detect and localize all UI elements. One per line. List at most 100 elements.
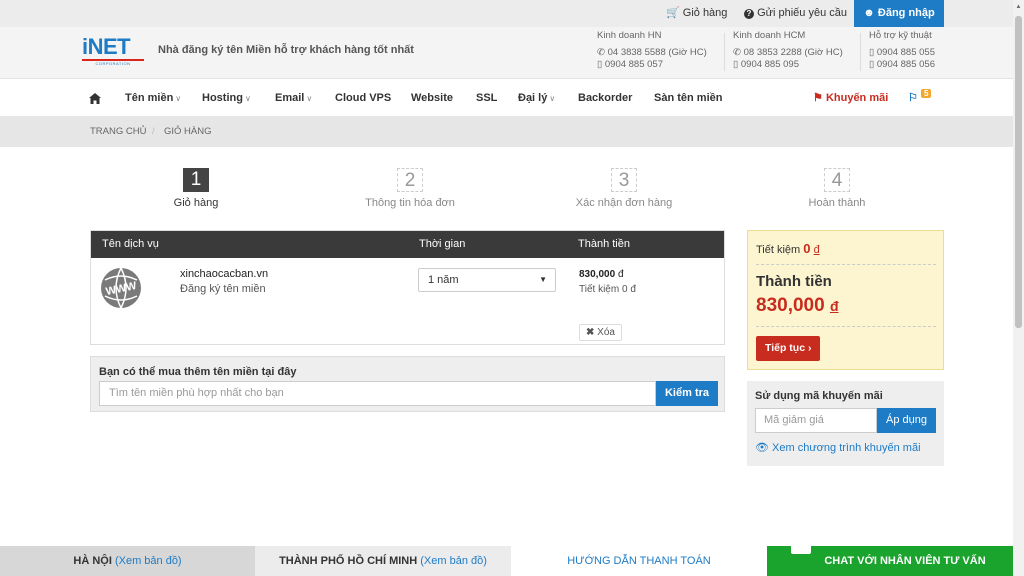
domain-search-panel: Bạn có thể mua thêm tên miền tại đây Tìm…	[90, 356, 725, 412]
breadcrumb-home[interactable]: TRANG CHỦ	[90, 117, 146, 147]
step-label: Hoàn thành	[808, 197, 866, 209]
breadcrumb-separator: /	[152, 126, 155, 137]
notification-flag[interactable]: ⚐ 5	[908, 79, 932, 117]
mobile-icon: ▯	[869, 59, 875, 70]
check-domain-button[interactable]: Kiểm tra	[656, 381, 718, 406]
domain-search-input[interactable]: Tìm tên miền phù hợp nhất cho bạn	[99, 381, 656, 406]
step-number: 3	[611, 168, 637, 192]
contact-title: Kinh doanh HN	[597, 30, 662, 41]
scrollbar-thumb[interactable]	[1015, 16, 1022, 328]
nav-website[interactable]: Website	[411, 79, 453, 117]
cart-icon: 🛒	[666, 7, 680, 19]
promo-title: Sử dụng mã khuyến mãi	[755, 390, 883, 402]
slogan: Nhà đăng ký tên Miền hỗ trợ khách hàng t…	[158, 44, 414, 56]
phone-icon: ✆	[597, 47, 605, 58]
summary-total-label: Thành tiền	[756, 273, 832, 290]
nav-domain[interactable]: Tên miền ∨	[125, 79, 181, 117]
apply-promo-button[interactable]: Áp dụng	[877, 408, 936, 433]
nav-cloud-vps[interactable]: Cloud VPS	[335, 79, 391, 117]
contact-mobile: ▯ 0904 885 056	[869, 59, 935, 70]
home-icon[interactable]	[89, 79, 101, 117]
chevron-right-icon: ›	[807, 342, 812, 354]
chevron-down-icon: ∨	[306, 94, 313, 103]
contact-support: Hỗ trợ kỹ thuật ▯ 0904 885 055 ▯ 0904 88…	[869, 30, 935, 71]
contact-hn: Kinh doanh HN ✆ 04 3838 5588 (Giờ HC) ▯ …	[597, 30, 707, 71]
top-ticket-link[interactable]: ? Gửi phiếu yêu cầu	[744, 0, 847, 27]
continue-button[interactable]: Tiếp tục ›	[756, 336, 821, 361]
contact-mobile: ▯ 0904 885 095	[733, 59, 799, 70]
top-bar: 🛒 Giỏ hàng ? Gửi phiếu yêu cầu ☻ Đăng nh…	[0, 0, 1024, 27]
cart-table-header: Tên dịch vụ Thời gian Thành tiền	[91, 231, 724, 258]
cart-table: Tên dịch vụ Thời gian Thành tiền WWW xin…	[90, 230, 725, 345]
contact-hcm: Kinh doanh HCM ✆ 08 3853 2288 (Giờ HC) ▯…	[733, 30, 843, 71]
chevron-down-icon: ∨	[244, 94, 251, 103]
col-period: Thời gian	[419, 238, 466, 250]
mobile-icon: ▯	[733, 59, 739, 70]
summary-saving: Tiết kiệm 0 đ	[756, 241, 820, 256]
scroll-up-icon[interactable]: ▲	[1013, 0, 1024, 14]
breadcrumb-current: GIỎ HÀNG	[164, 126, 212, 137]
summary-total-amount: 830,000 đ	[756, 295, 839, 316]
breadcrumb: TRANG CHỦ / GIỎ HÀNG	[0, 117, 1024, 147]
promo-code-panel: Sử dụng mã khuyến mãi Mã giảm giá Áp dụn…	[747, 381, 944, 466]
cart-domain-name: xinchaocacban.vn	[180, 268, 269, 280]
chat-bubble-icon	[791, 540, 811, 554]
contact-phone: ✆ 08 3853 2288 (Giờ HC)	[733, 47, 843, 58]
megaphone-icon: ⚑	[813, 92, 823, 104]
view-promotions-link[interactable]: 👁 Xem chương trình khuyến mãi	[755, 441, 921, 454]
item-price: 830,000 đ	[579, 269, 624, 280]
footer-chat[interactable]: CHAT VỚI NHÂN VIÊN TƯ VẤN	[767, 540, 1013, 576]
main-nav: Tên miền ∨ Hosting ∨ Email ∨ Cloud VPS Webs…	[0, 79, 1024, 117]
inet-logo[interactable]: iNET CORPORATION	[82, 34, 154, 67]
footer-payment-guide[interactable]: HƯỚNG DẪN THANH TOÁN	[511, 546, 767, 576]
login-button[interactable]: ☻ Đăng nhập	[854, 0, 944, 27]
nav-backorder[interactable]: Backorder	[578, 79, 632, 117]
divider	[756, 264, 936, 265]
delete-button[interactable]: ✖ Xóa	[579, 324, 622, 341]
top-cart-link[interactable]: 🛒 Giỏ hàng	[666, 0, 727, 27]
contact-title: Kinh doanh HCM	[733, 30, 806, 41]
step-label: Giỏ hàng	[173, 197, 219, 209]
eye-icon: 👁	[755, 442, 769, 454]
nav-hosting[interactable]: Hosting ∨	[202, 79, 251, 117]
caret-down-icon: ▼	[539, 275, 547, 284]
divider	[860, 33, 861, 71]
step-label: Xác nhận đơn hàng	[575, 197, 673, 209]
item-saving: Tiết kiệm 0 đ	[579, 284, 636, 295]
flag-icon: ⚐	[908, 92, 918, 104]
contact-title: Hỗ trợ kỹ thuật	[869, 30, 932, 41]
mobile-icon: ▯	[597, 59, 603, 70]
nav-promo[interactable]: ⚑ Khuyến mãi	[813, 79, 888, 117]
notification-badge: 5	[920, 89, 932, 98]
step-number: 4	[824, 168, 850, 192]
footer-hcm[interactable]: THÀNH PHỐ HỒ CHÍ MINH (Xem bản đồ)	[255, 546, 511, 576]
footer-hanoi[interactable]: HÀ NỘI (Xem bản đồ)	[0, 546, 255, 576]
table-row: WWW xinchaocacban.vn Đăng ký tên miền 1 …	[91, 258, 724, 344]
domain-search-title: Bạn có thể mua thêm tên miền tại đây	[99, 366, 297, 378]
header: iNET CORPORATION Nhà đăng ký tên Miền hỗ…	[0, 27, 1024, 79]
nav-reseller[interactable]: Đại lý ∨	[518, 79, 555, 117]
chevron-down-icon: ∨	[175, 94, 182, 103]
nav-domain-market[interactable]: Sàn tên miền	[654, 79, 722, 117]
period-select[interactable]: 1 năm ▼	[418, 268, 556, 292]
mobile-icon: ▯	[869, 47, 875, 58]
step-label: Thông tin hóa đơn	[365, 197, 455, 209]
nav-email[interactable]: Email ∨	[275, 79, 312, 117]
chevron-down-icon: ∨	[549, 94, 556, 103]
www-globe-icon: WWW	[99, 266, 143, 310]
page-scrollbar[interactable]: ▲	[1013, 0, 1024, 576]
step-number: 2	[397, 168, 423, 192]
step-number: 1	[183, 168, 209, 192]
logo-subtitle: CORPORATION	[95, 61, 131, 66]
contact-phone: ▯ 0904 885 055	[869, 47, 935, 58]
nav-ssl[interactable]: SSL	[476, 79, 497, 117]
col-amount: Thành tiền	[578, 238, 630, 250]
promo-code-input[interactable]: Mã giảm giá	[755, 408, 877, 433]
contact-mobile: ▯ 0904 885 057	[597, 59, 663, 70]
divider	[756, 326, 936, 327]
divider	[724, 33, 725, 71]
phone-icon: ✆	[733, 47, 741, 58]
contact-phone: ✆ 04 3838 5588 (Giờ HC)	[597, 47, 707, 58]
order-summary: Tiết kiệm 0 đ Thành tiền 830,000 đ Tiếp …	[747, 230, 944, 370]
logo-wordmark: iNET	[82, 34, 131, 59]
